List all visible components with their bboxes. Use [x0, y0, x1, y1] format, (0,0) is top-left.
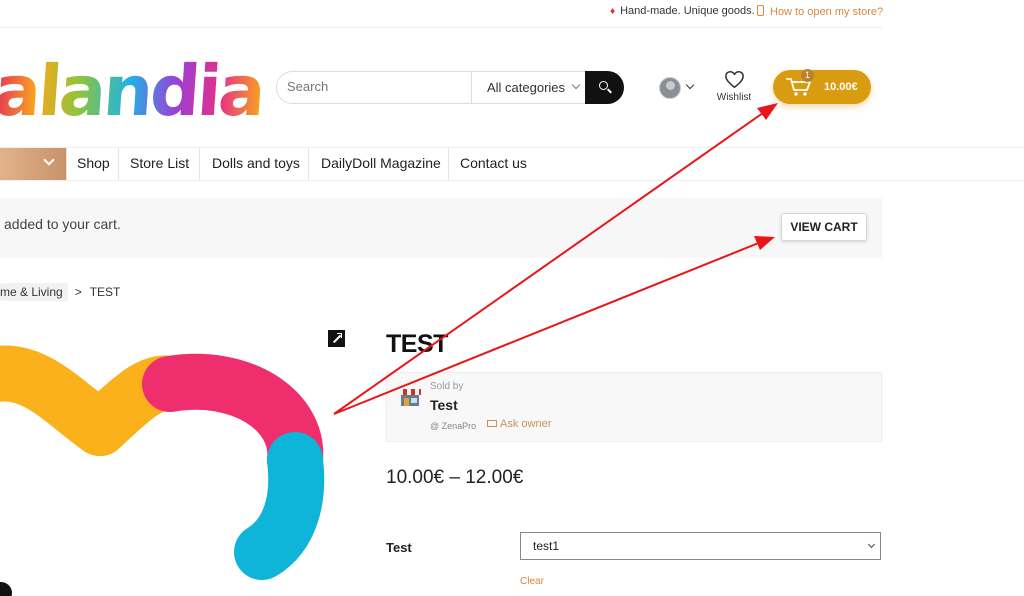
- search-input[interactable]: [287, 79, 467, 94]
- cart-button[interactable]: 1 10.00€: [773, 69, 871, 104]
- cart-notice-message: added to your cart.: [4, 216, 121, 232]
- avatar: [659, 77, 681, 99]
- help-link-text: How to open my store?: [770, 6, 884, 18]
- variation-select-value: test1: [533, 539, 560, 553]
- product-price: 10.00€ – 12.00€: [386, 467, 524, 488]
- ask-owner-label: Ask owner: [500, 418, 552, 430]
- envelope-icon: [487, 420, 497, 427]
- search-button[interactable]: [585, 71, 624, 104]
- categories-menu-button[interactable]: [0, 148, 66, 180]
- how-to-open-store-link[interactable]: How to open my store?: [757, 5, 883, 18]
- top-bar-divider: [0, 27, 882, 28]
- product-image[interactable]: [0, 320, 360, 596]
- sold-by-label: Sold by: [430, 381, 464, 392]
- breadcrumb-separator: >: [74, 285, 82, 299]
- variation-select[interactable]: test1: [520, 532, 881, 560]
- seller-box: Sold by Test @ ZenaPro Ask owner: [386, 372, 882, 442]
- breadcrumb-current: TEST: [89, 285, 121, 299]
- clear-variation-link[interactable]: Clear: [520, 576, 544, 587]
- cart-count-badge: 1: [801, 69, 814, 82]
- nav-item-dolls-and-toys[interactable]: Dolls and toys: [200, 148, 309, 180]
- nav-item-store-list[interactable]: Store List: [119, 148, 200, 180]
- search-bar: All categories: [276, 71, 624, 104]
- search-icon: [599, 81, 608, 90]
- product-title: TEST: [386, 330, 448, 358]
- expand-icon[interactable]: [328, 330, 345, 347]
- main-nav: Shop Store List Dolls and toys DailyDoll…: [0, 147, 1024, 181]
- site-logo[interactable]: alandia: [0, 50, 266, 132]
- store-icon: [399, 389, 421, 406]
- cart-total: 10.00€: [824, 81, 858, 93]
- wishlist-button[interactable]: Wishlist: [712, 68, 756, 106]
- nav-item-dailydoll-magazine[interactable]: DailyDoll Magazine: [309, 148, 449, 180]
- chevron-down-icon: [867, 540, 876, 549]
- top-bar: ♦ Hand-made. Unique goods. How to open my…: [0, 0, 1024, 28]
- category-select[interactable]: All categories: [471, 72, 587, 103]
- seller-name[interactable]: Test: [430, 397, 458, 413]
- drop-icon: ♦: [610, 6, 616, 17]
- chevron-down-icon: [43, 154, 55, 166]
- chevron-down-icon: [571, 80, 581, 90]
- wishlist-label: Wishlist: [716, 92, 752, 103]
- nav-item-shop[interactable]: Shop: [66, 148, 119, 180]
- cart-notice: added to your cart. VIEW CART: [0, 198, 882, 258]
- seller-brand: @ ZenaPro: [430, 421, 477, 431]
- chevron-down-icon: [685, 80, 695, 90]
- heart-icon: [725, 70, 744, 89]
- phone-icon: [757, 5, 764, 16]
- category-select-value: All categories: [487, 80, 566, 95]
- tagline-text: Hand-made. Unique goods.: [620, 5, 755, 17]
- tagline: ♦ Hand-made. Unique goods.: [610, 5, 755, 17]
- ask-owner-link[interactable]: Ask owner: [487, 418, 551, 430]
- breadcrumb-category[interactable]: me & Living: [0, 283, 68, 301]
- account-menu[interactable]: [659, 76, 697, 100]
- nav-item-contact-us[interactable]: Contact us: [449, 148, 539, 180]
- view-cart-button[interactable]: VIEW CART: [781, 213, 867, 241]
- breadcrumb: me & Living > TEST: [0, 283, 120, 301]
- variation-label: Test: [386, 540, 412, 555]
